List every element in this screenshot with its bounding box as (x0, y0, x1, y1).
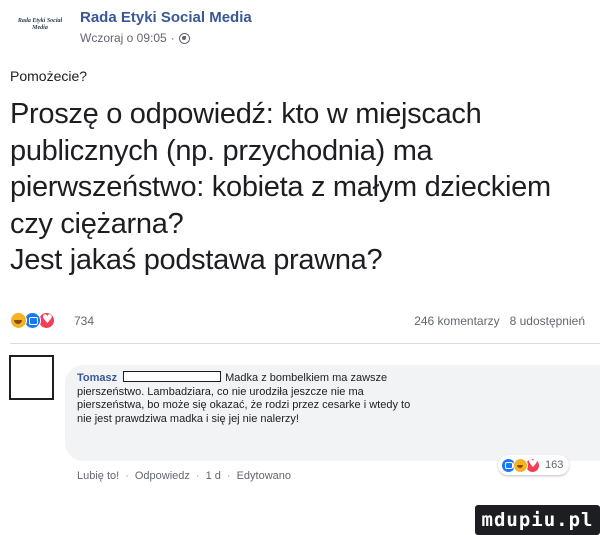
post-body-line: publicznych (np. przychodnia) ma (10, 134, 433, 167)
post-header: Rada Etyki Social Media Rada Etyki Socia… (10, 6, 600, 58)
post-body-line: czy ciężarna? (10, 207, 184, 240)
reaction-icons[interactable] (10, 312, 55, 329)
haha-reaction-icon (10, 312, 27, 329)
comment-avatar[interactable] (9, 355, 54, 400)
name-redaction-box (123, 371, 222, 382)
comment-line: Madka z bombelkiem ma zawsze (225, 372, 388, 384)
page-logo-text: Rada Etyki Social Media (17, 18, 63, 31)
comment-edited-label[interactable]: Edytowano (237, 470, 291, 482)
globe-icon (178, 32, 190, 44)
post-body-line: pierwszeństwo: kobieta z małym dzieckiem (10, 171, 551, 203)
action-separator: · (125, 470, 129, 482)
engagement-stats: 246 komentarzy 8 udostępnień (414, 314, 585, 328)
haha-reaction-icon (513, 457, 528, 473)
post-body-line: Jest jakaś podstawa prawna? (10, 244, 383, 276)
action-separator: · (226, 470, 231, 482)
reaction-count[interactable]: 734 (74, 314, 94, 328)
action-separator: · (195, 470, 200, 482)
comment-reply-button[interactable]: Odpowiedz (135, 470, 190, 482)
comment-first-line: Tomasz Madka z bombelkiem ma zawsze (77, 371, 597, 386)
comment-line: nie jest prawdziwa madka i się jej nie n… (77, 412, 299, 425)
comment-author-link[interactable]: Tomasz (77, 372, 117, 384)
shares-count-link[interactable]: 8 udostępnień (510, 314, 585, 328)
post-body-line: Proszę o odpowiedź: kto w miejscach (10, 98, 482, 130)
watermark-logo: mdupiu.pl (475, 505, 600, 535)
comment-line: pierszeństwa, bo może się okazać, że rod… (77, 399, 411, 411)
page-avatar[interactable]: Rada Etyki Social Media (10, 6, 66, 46)
reactions-bar: 734 246 komentarzy 8 udostępnień (10, 312, 595, 334)
divider (10, 343, 600, 344)
comment-text: Tomasz Madka z bombelkiem ma zawsze piers… (77, 371, 597, 426)
comment-reactions[interactable]: 163 (498, 455, 570, 475)
comments-count-link[interactable]: 246 komentarzy (414, 314, 499, 328)
post-timestamp[interactable]: Wczoraj o 09:05 (80, 31, 167, 45)
post-body: Proszę o odpowiedź: kto w miejscach publ… (10, 96, 595, 279)
post-meta: Wczoraj o 09:05 · (80, 31, 190, 45)
comment-actions: Lubię to! · Odpowiedz · 1 d · Edytowano (77, 470, 291, 482)
page-name-link[interactable]: Rada Etyki Social Media (80, 9, 252, 26)
comment-like-button[interactable]: Lubię to! (77, 470, 119, 482)
comment-line: pierszeństwo. Lambadziara, co nie urodzi… (77, 385, 364, 398)
comment-time[interactable]: 1 d (206, 470, 221, 482)
comment-bubble: Tomasz Madka z bombelkiem ma zawsze piers… (65, 365, 600, 461)
post-question: Pomożecie? (10, 68, 88, 84)
meta-separator: · (170, 31, 175, 45)
comment-reaction-count: 163 (545, 459, 564, 471)
